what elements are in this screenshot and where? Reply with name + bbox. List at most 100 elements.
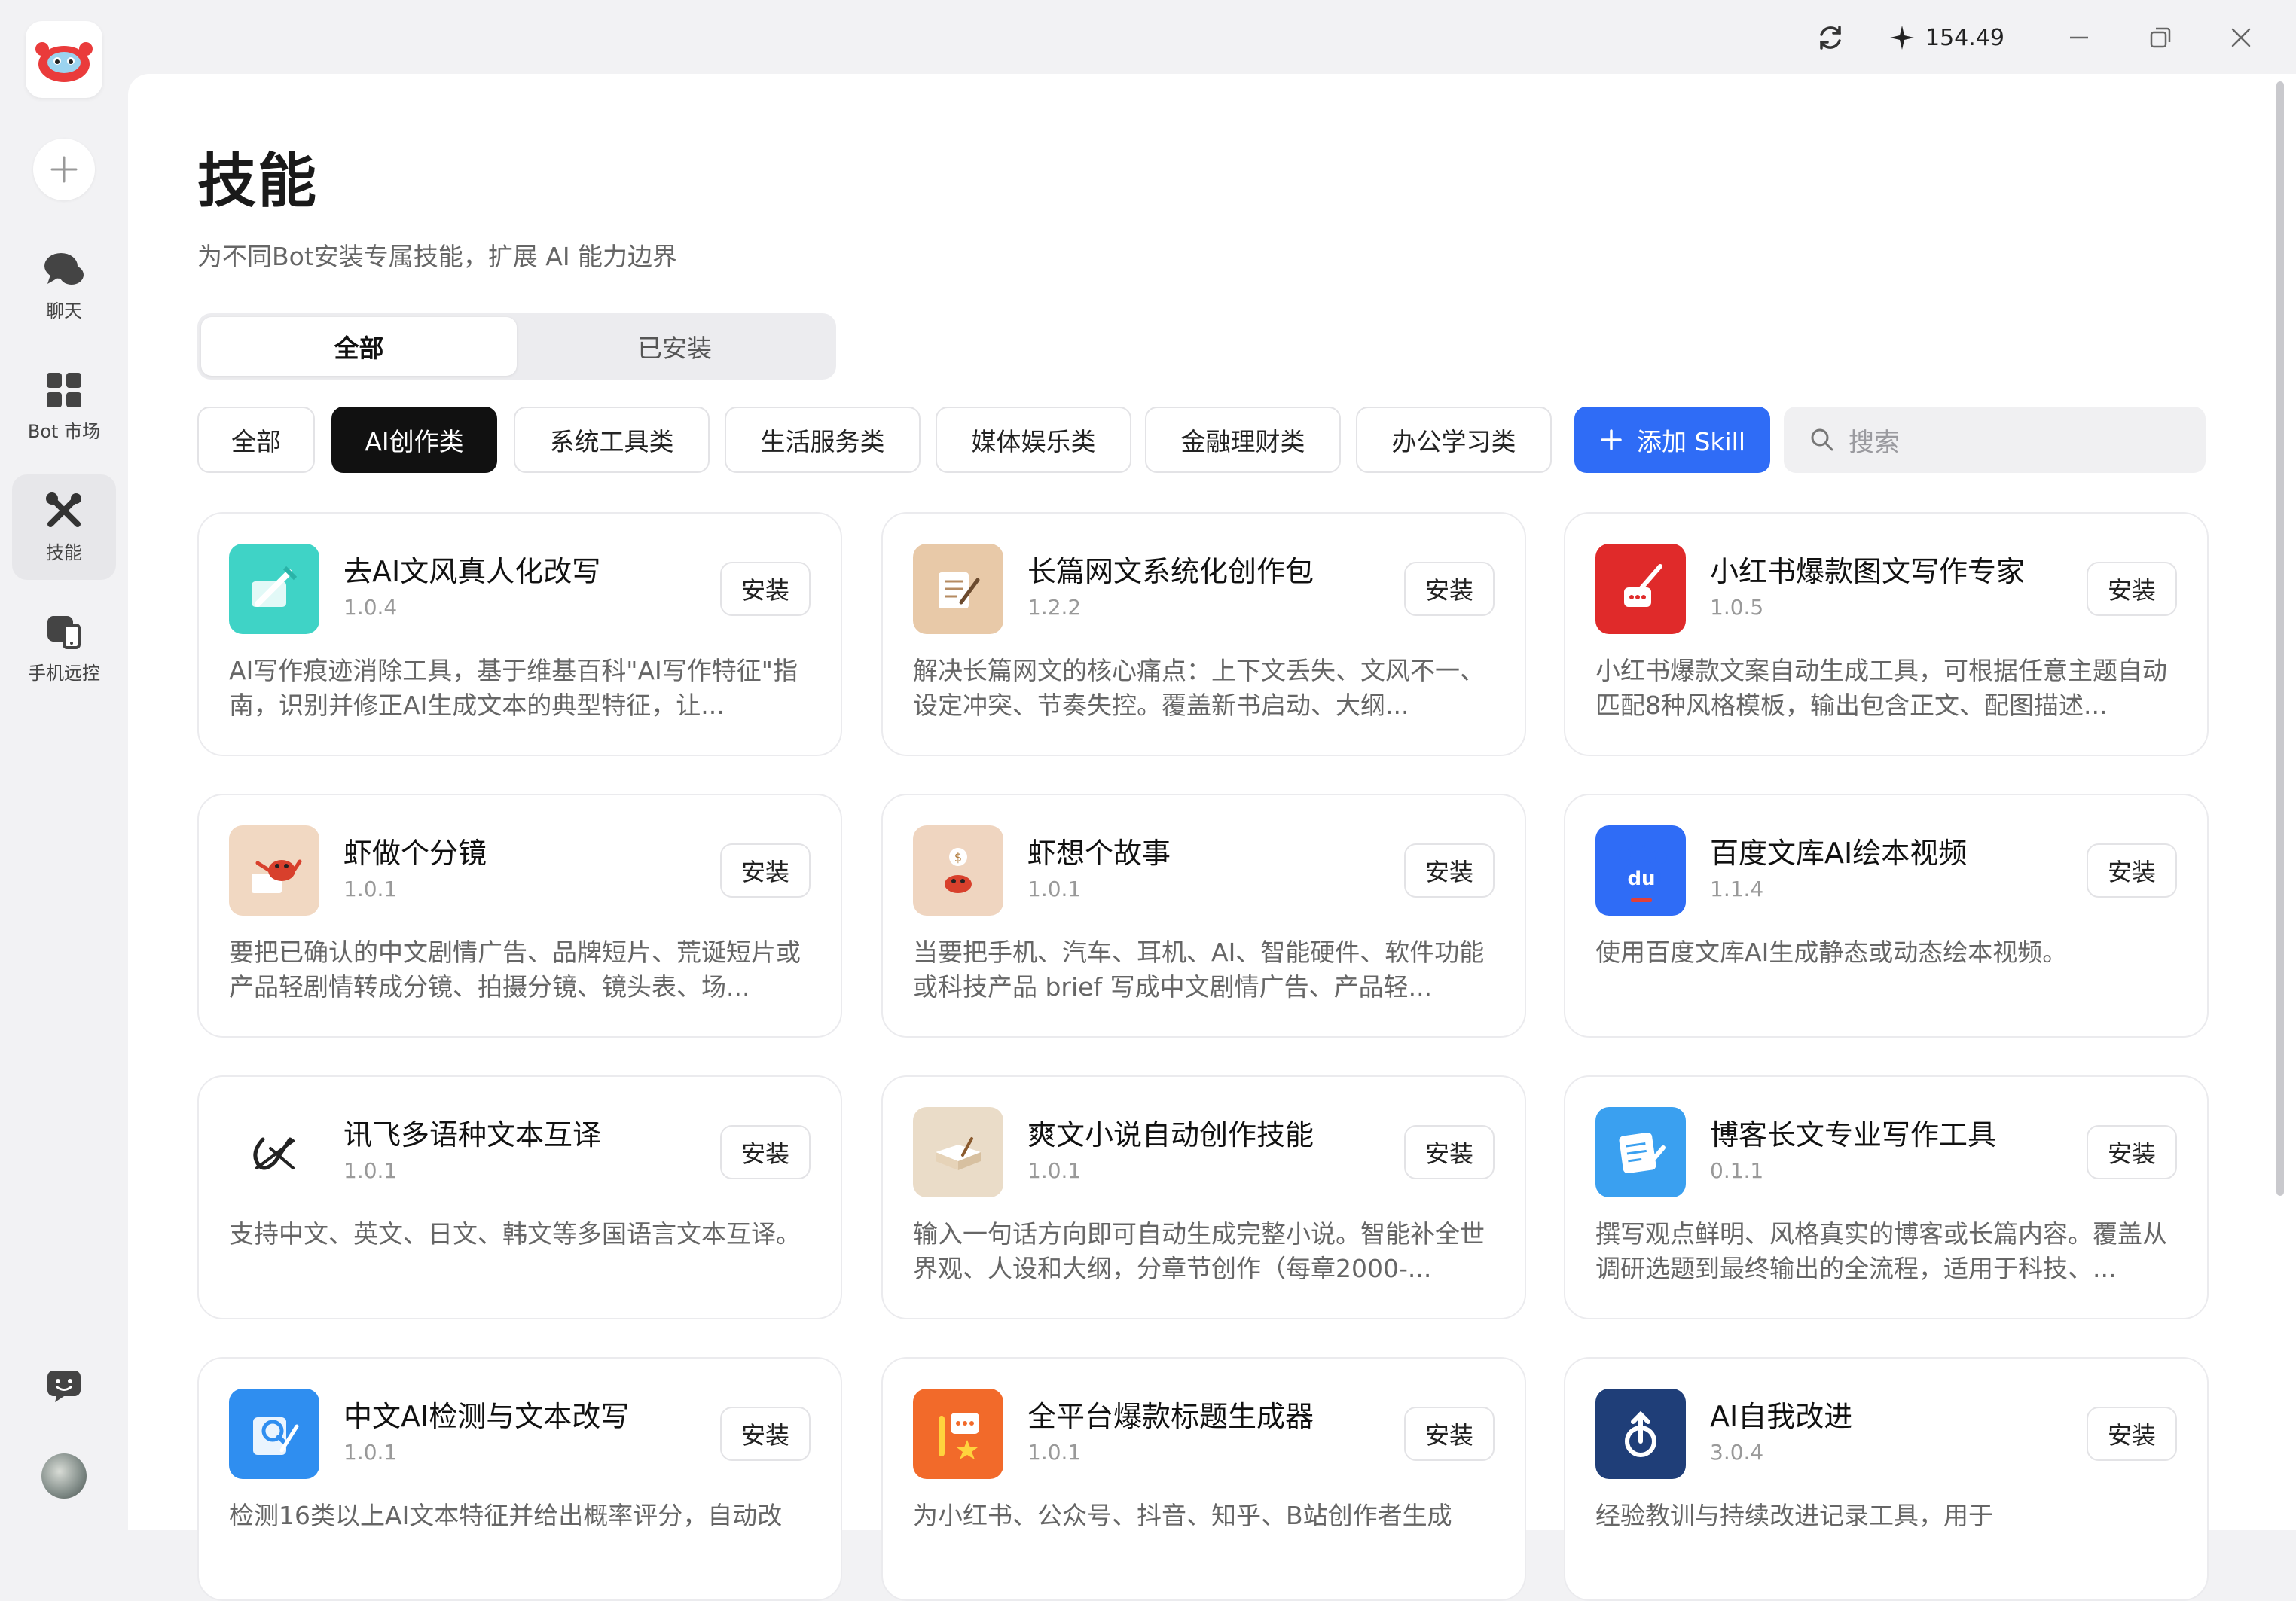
skill-version: 1.0.5 — [1710, 595, 1764, 620]
install-button[interactable]: 安装 — [2087, 562, 2177, 616]
phone-remote-icon — [47, 615, 81, 649]
skill-version: 0.1.1 — [1710, 1158, 1764, 1183]
install-button[interactable]: 安装 — [1404, 562, 1495, 616]
install-button[interactable]: 安装 — [720, 562, 811, 616]
install-button[interactable]: 安装 — [720, 843, 811, 898]
skill-description: 经验教训与持续改进记录工具，用于 — [1595, 1501, 1993, 1530]
scrollbar[interactable] — [2276, 81, 2284, 1196]
book-pen-icon — [913, 544, 1003, 634]
add-skill-button[interactable]: 添加 Skill — [1574, 407, 1770, 473]
nav-item-phone-remote[interactable]: 手机远控 — [12, 595, 116, 700]
nav-item-skills[interactable]: 技能 — [12, 474, 116, 580]
shrimp-storyboard-icon — [229, 825, 319, 916]
minimize-button[interactable] — [2064, 15, 2094, 60]
avatar[interactable] — [41, 1453, 87, 1499]
nav-label: 手机远控 — [28, 662, 100, 684]
skill-name: 长篇网文系统化创作包 — [1027, 555, 1314, 588]
install-button[interactable]: 安装 — [2087, 843, 2177, 898]
skill-card[interactable]: 爽文小说自动创作技能 1.0.1 安装 输入一句话方向即可自动生成完整小说。智能… — [881, 1075, 1526, 1319]
skill-version: 1.0.1 — [1027, 1158, 1082, 1183]
skill-card[interactable]: du 百度文库AI绘本视频 1.1.4 安装 使用百度文库AI生成静态或动态绘本… — [1564, 794, 2209, 1038]
category-chip-life-services[interactable]: 生活服务类 — [725, 407, 921, 473]
feedback-smile-icon — [47, 1371, 81, 1402]
install-button[interactable]: 安装 — [1404, 1125, 1495, 1179]
skill-card[interactable]: AI自我改进 3.0.4 安装 经验教训与持续改进记录工具，用于 — [1564, 1357, 2209, 1601]
svg-text:$: $ — [954, 850, 962, 865]
nav-item-bot-market[interactable]: Bot 市场 — [12, 354, 116, 459]
install-button[interactable]: 安装 — [2087, 1407, 2177, 1461]
category-chip-media-entertainment[interactable]: 媒体娱乐类 — [936, 407, 1131, 473]
skill-card[interactable]: 虾做个分镜 1.0.1 安装 要把已确认的中文剧情广告、品牌短片、荒诞短片或产品… — [197, 794, 842, 1038]
category-chip-all[interactable]: 全部 — [197, 407, 315, 473]
skill-version: 3.0.4 — [1710, 1440, 1764, 1465]
iflytek-logo-icon — [229, 1107, 319, 1197]
skill-card[interactable]: 长篇网文系统化创作包 1.2.2 安装 解决长篇网文的核心痛点：上下文丢失、文风… — [881, 512, 1526, 756]
self-improve-arrow-icon — [1595, 1389, 1686, 1479]
credit-value: 154.49 — [1925, 24, 2004, 51]
install-button[interactable]: 安装 — [1404, 843, 1495, 898]
main-panel: 技能 为不同Bot安装专属技能，扩展 AI 能力边界 全部 已安装 全部 AI创… — [128, 74, 2296, 1601]
tools-icon — [46, 492, 81, 527]
crab-mascot-icon — [35, 42, 93, 82]
svg-text:du: du — [1627, 868, 1655, 890]
nav-label: Bot 市场 — [27, 420, 101, 442]
install-button[interactable]: 安装 — [1404, 1407, 1495, 1461]
skill-description: 当要把手机、汽车、耳机、AI、智能硬件、软件功能或科技产品 brief 写成中文… — [913, 938, 1485, 1002]
skill-card[interactable]: $ 虾想个故事 1.0.1 安装 当要把手机、汽车、耳机、AI、智能硬件、软件功… — [881, 794, 1526, 1038]
credit-balance[interactable]: 154.49 — [1889, 15, 2004, 60]
category-chip-ai-creation[interactable]: AI创作类 — [331, 407, 497, 473]
skill-name: 虾想个故事 — [1027, 837, 1171, 870]
skill-version: 1.0.1 — [343, 1158, 398, 1183]
refresh-button[interactable] — [1808, 15, 1853, 60]
install-button[interactable]: 安装 — [720, 1125, 811, 1179]
new-chat-button[interactable] — [33, 139, 95, 200]
skill-card[interactable]: 讯飞多语种文本互译 1.0.1 安装 支持中文、英文、日文、韩文等多国语言文本互… — [197, 1075, 842, 1319]
skill-description: 支持中文、英文、日文、韩文等多国语言文本互译。 — [229, 1219, 801, 1249]
tab-all[interactable]: 全部 — [201, 317, 517, 376]
install-filter-tabs: 全部 已安装 — [197, 313, 836, 380]
feedback-button[interactable] — [43, 1365, 85, 1407]
blog-document-icon — [1595, 1107, 1686, 1197]
skill-version: 1.2.2 — [1027, 595, 1082, 620]
search-placeholder: 搜索 — [1849, 427, 1900, 458]
skill-card[interactable]: 博客长文专业写作工具 0.1.1 安装 撰写观点鲜明、风格真实的博客或长篇内容。… — [1564, 1075, 2209, 1319]
nav-item-chat[interactable]: 聊天 — [12, 233, 116, 339]
minimize-icon — [2070, 36, 2088, 39]
skill-name: 虾做个分镜 — [343, 837, 487, 870]
page-subtitle: 为不同Bot安装专属技能，扩展 AI 能力边界 — [197, 242, 678, 271]
skill-card[interactable]: 中文AI检测与文本改写 1.0.1 安装 检测16类以上AI文本特征并给出概率评… — [197, 1357, 842, 1601]
skill-description: 解决长篇网文的核心痛点：上下文丢失、文风不一、设定冲突、节奏失控。覆盖新书启动、… — [913, 656, 1485, 720]
skill-card[interactable]: 全平台爆款标题生成器 1.0.1 安装 为小红书、公众号、抖音、知乎、B站创作者… — [881, 1357, 1526, 1601]
note-pen-icon — [1595, 544, 1686, 634]
skill-name: 讯飞多语种文本互译 — [343, 1118, 602, 1151]
skill-name: 百度文库AI绘本视频 — [1710, 837, 1968, 870]
refresh-icon — [1820, 26, 1841, 50]
app-logo[interactable] — [26, 21, 102, 98]
skill-description: 输入一句话方向即可自动生成完整小说。智能补全世界观、人设和大纲，分章节创作（每章… — [913, 1219, 1485, 1283]
tab-installed[interactable]: 已安装 — [517, 317, 832, 376]
skill-description: 小红书爆款文案自动生成工具，可根据任意主题自动匹配8种风格模板，输出包含正文、配… — [1595, 656, 2167, 720]
close-button[interactable] — [2226, 15, 2256, 60]
category-chip-office-study[interactable]: 办公学习类 — [1356, 407, 1552, 473]
skill-version: 1.0.1 — [1027, 1440, 1082, 1465]
skill-card[interactable]: 小红书爆款图文写作专家 1.0.5 安装 小红书爆款文案自动生成工具，可根据任意… — [1564, 512, 2209, 756]
category-chip-finance[interactable]: 金融理财类 — [1145, 407, 1341, 473]
search-input[interactable]: 搜索 — [1784, 407, 2206, 473]
chat-bubbles-icon — [44, 252, 84, 285]
grid-apps-icon — [47, 372, 81, 407]
install-button[interactable]: 安装 — [2087, 1125, 2177, 1179]
install-button[interactable]: 安装 — [720, 1407, 811, 1461]
baidu-paw-icon: du — [1595, 825, 1686, 916]
magnifier-document-icon — [229, 1389, 319, 1479]
skill-version: 1.0.1 — [343, 1440, 398, 1465]
restore-button[interactable] — [2145, 15, 2175, 60]
skill-description: 为小红书、公众号、抖音、知乎、B站创作者生成 — [913, 1501, 1452, 1530]
search-icon — [1811, 428, 1833, 451]
headline-star-icon — [913, 1389, 1003, 1479]
skill-description: 要把已确认的中文剧情广告、品牌短片、荒诞短片或产品轻剧情转成分镜、拍摄分镜、镜头… — [229, 938, 801, 1002]
skill-name: 中文AI检测与文本改写 — [343, 1400, 630, 1433]
plus-icon — [1601, 429, 1622, 450]
skill-card[interactable]: 去AI文风真人化改写 1.0.4 安装 AI写作痕迹消除工具，基于维基百科"AI… — [197, 512, 842, 756]
category-chip-system-tools[interactable]: 系统工具类 — [514, 407, 710, 473]
skill-version: 1.0.1 — [343, 877, 398, 901]
